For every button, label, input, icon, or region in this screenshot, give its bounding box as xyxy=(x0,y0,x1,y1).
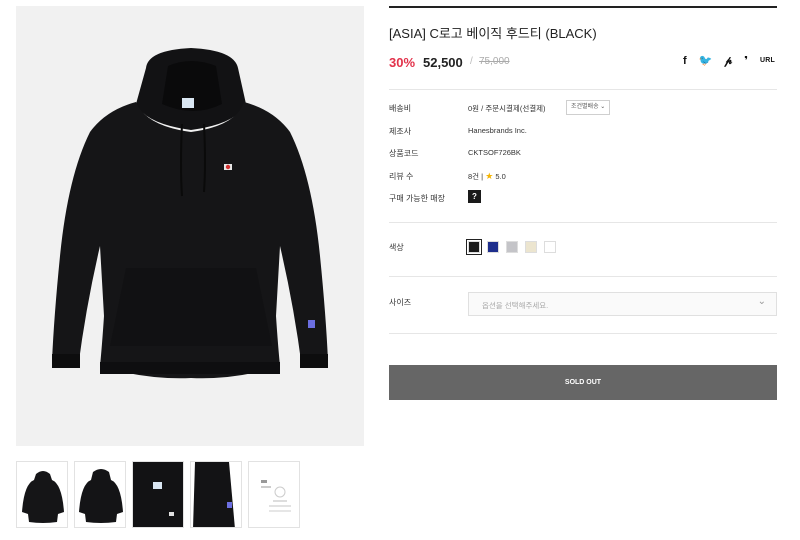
price-row: 30% 52,500 / 75,000 f 🐦 𝓅 ❜ URL xyxy=(389,55,777,77)
thumbnail-back-image xyxy=(79,469,123,523)
sold-out-button[interactable]: SOLD OUT xyxy=(389,365,777,400)
thumbnail-back[interactable] xyxy=(74,461,126,528)
thumbnail-detail-sleeve-image xyxy=(191,462,241,527)
color-swatch-gray[interactable] xyxy=(506,240,518,253)
chevron-down-icon: ⌄ xyxy=(757,295,766,307)
maker-row: 제조사 Hanesbrands Inc. xyxy=(389,122,777,145)
thumbnail-detail-label[interactable] xyxy=(132,461,184,528)
store-label: 구매 가능한 매장 xyxy=(389,194,445,203)
price-separator: / xyxy=(470,56,473,67)
color-swatch-navy[interactable] xyxy=(487,240,499,253)
thumbnail-front-image xyxy=(22,471,64,523)
facebook-icon[interactable]: f xyxy=(683,55,687,67)
copy-url-button[interactable]: URL xyxy=(760,55,775,67)
product-info-panel: [ASIA] C로고 베이직 후드티 (BLACK) 30% 52,500 / … xyxy=(389,6,777,400)
top-divider xyxy=(389,6,777,8)
hoodie-illustration xyxy=(52,48,328,379)
size-placeholder: 옵션을 선택해주세요. xyxy=(482,300,549,310)
thumbnail-detail-sleeve[interactable] xyxy=(190,461,242,528)
review-value: 8건 | ★ 5.0 xyxy=(468,171,506,182)
share-buttons: f 🐦 𝓅 ❜ URL xyxy=(683,55,775,67)
color-swatch-white[interactable] xyxy=(544,240,556,253)
color-section: 색상 xyxy=(389,223,777,276)
maker-label: 제조사 xyxy=(389,126,412,136)
thumbnail-front[interactable] xyxy=(16,461,68,528)
size-label: 사이즈 xyxy=(389,297,412,307)
color-swatches xyxy=(466,238,556,255)
color-swatch-beige[interactable] xyxy=(525,240,537,253)
shipping-row: 배송비 0원 / 주문시결제(선결제) 조건별배송 ⌄ xyxy=(389,99,777,122)
star-icon: ★ xyxy=(485,170,494,181)
thumbnail-size-guide[interactable] xyxy=(248,461,300,528)
thumbnail-detail-label-image xyxy=(133,462,183,527)
color-label: 색상 xyxy=(389,242,404,252)
product-code-row: 상품코드 CKTSOF726BK xyxy=(389,144,777,167)
review-count[interactable]: 8건 | xyxy=(468,172,483,181)
size-section: 사이즈 옵션을 선택해주세요. ⌄ xyxy=(389,277,777,333)
review-score: 5.0 xyxy=(495,171,506,181)
product-code-label: 상품코드 xyxy=(389,149,419,158)
review-label: 리뷰 수 xyxy=(389,171,414,181)
review-row: 리뷰 수 8건 | ★ 5.0 xyxy=(389,167,777,190)
size-select[interactable]: 옵션을 선택해주세요. ⌄ xyxy=(468,291,777,316)
original-price: 75,000 xyxy=(479,56,510,67)
main-product-image xyxy=(16,6,364,446)
store-help-button[interactable]: ? xyxy=(468,190,481,203)
maker-value: Hanesbrands Inc. xyxy=(468,125,527,135)
product-code-value: CKTSOF726BK xyxy=(468,148,521,157)
divider xyxy=(389,332,777,334)
thumbnail-strip xyxy=(16,461,300,528)
thumbnail-size-guide-image xyxy=(261,480,291,512)
shipping-label: 배송비 xyxy=(389,104,412,113)
store-row: 구매 가능한 매장 ? xyxy=(389,189,777,212)
product-title: [ASIA] C로고 베이직 후드티 (BLACK) xyxy=(389,26,597,41)
twitter-icon[interactable]: 🐦 xyxy=(699,55,713,67)
shipping-condition-button[interactable]: 조건별배송 ⌄ xyxy=(566,100,611,115)
pinterest-icon[interactable]: 𝓅 xyxy=(724,55,732,67)
shipping-value: 0원 / 주문시결제(선결제) xyxy=(468,104,546,113)
discount-rate: 30% xyxy=(389,55,416,70)
sale-price: 52,500 xyxy=(423,55,463,70)
kakao-icon[interactable]: ❜ xyxy=(744,55,748,67)
color-swatch-black[interactable] xyxy=(466,238,482,255)
